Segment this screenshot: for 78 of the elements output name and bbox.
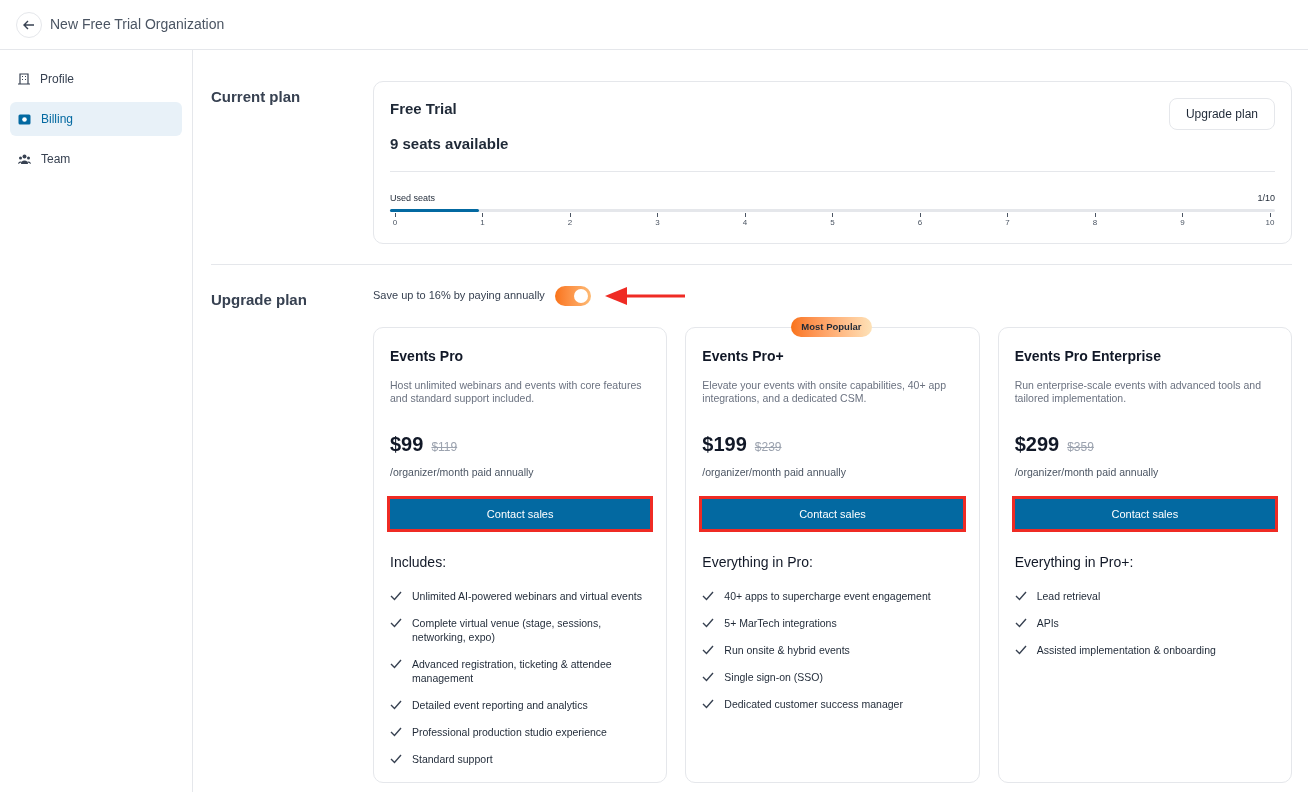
plan-name: Events Pro — [390, 346, 465, 366]
contact-sales-button[interactable]: Contact sales — [1011, 496, 1278, 533]
plan-name: Events Pro+ — [702, 346, 785, 366]
check-icon — [390, 618, 402, 629]
plan-description: Host unlimited webinars and events with core features and standard support included. — [390, 378, 643, 405]
tick-label: 3 — [655, 216, 660, 229]
tick-label: 6 — [917, 216, 923, 229]
check-icon — [702, 645, 715, 656]
check-icon — [1014, 618, 1027, 629]
billing-period: /organizer/month paid annually — [702, 464, 847, 480]
feature-text: 5+ MarTech integrations — [724, 616, 837, 631]
people-icon — [18, 154, 31, 164]
tick-label: 9 — [1180, 216, 1185, 229]
tick-label: 4 — [742, 216, 748, 229]
feature-text: Lead retrieval — [1036, 589, 1101, 604]
plan-name: Free Trial — [390, 99, 458, 119]
check-icon — [702, 672, 715, 683]
building-icon — [18, 73, 30, 85]
tick-label: 8 — [1092, 216, 1098, 229]
check-icon — [390, 591, 402, 602]
back-arrow-icon — [23, 19, 35, 30]
feature-text: Unlimited AI-powered webinars and virtual events — [412, 589, 642, 604]
feature-text: Dedicated customer success manager — [724, 697, 903, 712]
check-icon — [702, 591, 715, 602]
feature-text: Complete virtual venue (stage, sessions, networking, expo) — [412, 616, 603, 645]
check-icon — [390, 659, 402, 670]
feature-text: Standard support — [412, 752, 493, 767]
feature-text: APIs — [1036, 616, 1059, 631]
price: $99 — [390, 431, 424, 457]
check-icon — [390, 700, 402, 711]
tick-label: 1 — [480, 216, 485, 229]
check-icon — [702, 699, 715, 710]
feature-text: Assisted implementation & onboarding — [1036, 643, 1216, 658]
plan-name: Events Pro Enterprise — [1014, 346, 1162, 366]
old-price: $359 — [1067, 438, 1094, 456]
sidebar-item[interactable]: Team — [10, 142, 182, 176]
meter-label: Used seats — [390, 192, 436, 205]
annual-toggle[interactable] — [554, 285, 591, 306]
feature-text: Advanced registration, ticketing & attendee management — [412, 657, 613, 686]
seats-available: 9 seats available — [390, 133, 509, 154]
features-heading: Everything in Pro+: — [1014, 553, 1135, 573]
features-heading: Includes: — [390, 553, 448, 573]
check-icon — [390, 754, 402, 765]
feature-text: Detailed event reporting and analytics — [412, 698, 588, 713]
contact-sales-button[interactable]: Contact sales — [387, 496, 654, 533]
old-price: $119 — [431, 438, 458, 456]
tick-label: 5 — [830, 216, 835, 229]
tick-label: 0 — [392, 216, 398, 229]
upgrade-plan-button[interactable]: Upgrade plan — [1168, 98, 1275, 130]
section-heading: Upgrade plan — [211, 289, 308, 310]
plan-description: Run enterprise-scale events with advanced tools and tailored implementation. — [1014, 378, 1262, 405]
check-icon — [390, 727, 402, 738]
old-price: $239 — [754, 438, 782, 456]
toggle-label: Save up to 16% by paying annually — [373, 288, 545, 304]
contact-sales-button[interactable]: Contact sales — [699, 496, 966, 533]
feature-text: 40+ apps to supercharge event engagement — [724, 589, 931, 604]
tick-label: 10 — [1265, 216, 1275, 229]
price: $299 — [1014, 431, 1060, 457]
feature-text: Professional production studio experience — [412, 725, 607, 740]
check-icon — [1014, 591, 1027, 602]
check-icon — [1014, 645, 1027, 656]
section-heading: Current plan — [211, 87, 302, 107]
banknote-icon — [18, 113, 31, 125]
page-title: New Free Trial Organization — [50, 15, 225, 34]
sidebar-item[interactable]: Billing — [10, 102, 182, 136]
check-icon — [702, 618, 715, 629]
plan-description: Elevate your events with onsite capabilities, 40+ app integrations, and a dedicated CSM. — [702, 378, 948, 405]
billing-period: /organizer/month paid annually — [1014, 464, 1160, 480]
price: $199 — [702, 431, 747, 457]
sidebar-item[interactable]: Profile — [10, 62, 182, 96]
feature-text: Single sign-on (SSO) — [724, 670, 823, 685]
billing-period: /organizer/month paid annually — [390, 464, 535, 480]
features-heading: Everything in Pro: — [702, 553, 814, 573]
most-popular-badge: Most Popular — [791, 316, 872, 337]
feature-text: Run onsite & hybrid events — [724, 643, 850, 658]
tick-label: 7 — [1005, 216, 1010, 229]
meter-reading: 1/10 — [1257, 192, 1275, 205]
tick-label: 2 — [567, 216, 573, 229]
